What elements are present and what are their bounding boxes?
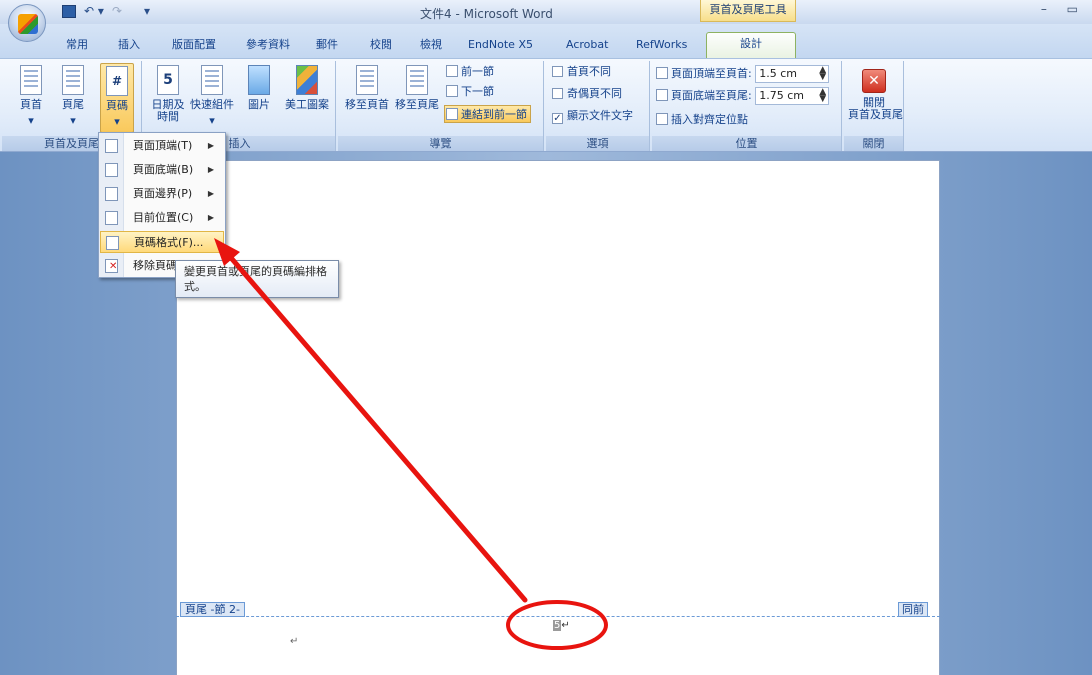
goto-footer-icon (406, 65, 428, 95)
footer-position-row: 頁面底端至頁尾: 1.75 cm ▲ ▼ (656, 87, 830, 105)
title-bar: ↶ ▾ ↷ ▾ 文件4 - Microsoft Word 頁首及頁尾工具 – ▭ (0, 0, 1092, 24)
link-icon (446, 108, 458, 120)
checkbox-unchecked-icon (552, 66, 563, 77)
clip-art-button[interactable]: 美工圖案 (284, 63, 330, 133)
group-close: ✕ 關閉 頁首及頁尾 關閉 (844, 61, 904, 151)
footer-icon (62, 65, 84, 95)
next-section-button[interactable]: 下一節 (446, 83, 494, 101)
menu-item-top-of-page[interactable]: 頁面頂端(T) ▶ (100, 135, 224, 157)
footer-section-tag: 頁尾 -節 2- (180, 602, 245, 617)
prev-section-icon (446, 65, 458, 77)
window-controls[interactable]: – ▭ (1041, 2, 1086, 16)
menu-item-format-page-numbers[interactable]: 頁碼格式(F)... (100, 231, 224, 253)
tab-view[interactable]: 檢視 (420, 34, 442, 56)
group-label-close: 關閉 (844, 136, 903, 151)
submenu-arrow-icon: ▶ (207, 213, 214, 222)
tab-review[interactable]: 校閱 (370, 34, 392, 56)
submenu-arrow-icon: ▶ (207, 189, 214, 198)
link-to-previous-button[interactable]: 連結到前一節 (444, 105, 531, 123)
footer-position-spinner[interactable]: 1.75 cm ▲ ▼ (755, 87, 830, 105)
page-number-icon: # (106, 66, 128, 96)
tab-page-layout[interactable]: 版面配置 (172, 34, 216, 56)
tab-refworks[interactable]: RefWorks (636, 34, 687, 56)
office-logo-icon (18, 14, 38, 34)
checkbox-checked-icon: ✓ (552, 113, 563, 124)
close-header-footer-button[interactable]: ✕ 關閉 頁首及頁尾 (848, 63, 903, 133)
same-as-previous-tag: 同前 (898, 602, 928, 617)
header-icon (20, 65, 42, 95)
header-position-row: 頁面頂端至頁首: 1.5 cm ▲ ▼ (656, 65, 830, 83)
ribbon-tabs: 常用 插入 版面配置 參考資料 郵件 校閱 檢視 EndNote X5 Acro… (0, 24, 1092, 60)
contextual-tool-title: 頁首及頁尾工具 (700, 0, 796, 22)
tab-mailings[interactable]: 郵件 (316, 34, 338, 56)
group-label-position: 位置 (652, 136, 841, 151)
menu-item-bottom-of-page[interactable]: 頁面底端(B) ▶ (100, 159, 224, 181)
checkbox-unchecked-icon (552, 88, 563, 99)
header-position-spinner[interactable]: 1.5 cm ▲ ▼ (755, 65, 830, 83)
redo-icon[interactable]: ↷ (112, 4, 122, 20)
save-icon[interactable] (62, 5, 76, 18)
next-section-icon (446, 85, 458, 97)
group-label-navigation: 導覽 (338, 136, 543, 151)
bottom-of-page-icon (105, 163, 118, 177)
format-page-numbers-icon (106, 236, 119, 250)
group-position: 頁面頂端至頁首: 1.5 cm ▲ ▼ 頁面底端至頁尾: 1.75 cm ▲ ▼ 插入對… (652, 61, 842, 151)
align-tab-icon (656, 113, 668, 125)
calendar-icon: 5 (157, 65, 179, 95)
goto-header-icon (356, 65, 378, 95)
menu-item-current-position[interactable]: 目前位置(C) ▶ (100, 207, 224, 229)
picture-button[interactable]: 圖片 (242, 63, 276, 133)
footer-boundary (176, 616, 940, 617)
menu-item-page-margins[interactable]: 頁面邊界(P) ▶ (100, 183, 224, 205)
group-label-options: 選項 (546, 136, 649, 151)
picture-icon (248, 65, 270, 95)
current-position-icon (105, 211, 118, 225)
spinner-arrows-icon[interactable]: ▲ ▼ (819, 88, 826, 104)
customize-qat-icon[interactable]: ▾ (144, 4, 150, 20)
insert-align-tab-button[interactable]: 插入對齊定位點 (656, 111, 748, 129)
submenu-arrow-icon: ▶ (207, 141, 214, 150)
date-time-button[interactable]: 5 日期及 時間 (150, 63, 186, 133)
tooltip: 變更頁首或頁尾的頁碼編排格式。 (175, 260, 339, 298)
goto-footer-button[interactable]: 移至頁尾 (394, 63, 440, 133)
submenu-arrow-icon: ▶ (207, 165, 214, 174)
paragraph-mark: ↵ (290, 636, 299, 647)
footer-page-number[interactable]: 5↵ (553, 620, 570, 631)
footer-button[interactable]: 頁尾 ▾ (56, 63, 90, 133)
header-position-icon (656, 67, 668, 79)
window-title: 文件4 - Microsoft Word (420, 7, 553, 21)
close-icon: ✕ (862, 69, 886, 93)
tab-acrobat[interactable]: Acrobat (566, 34, 608, 56)
different-odd-even-checkbox[interactable]: 奇偶頁不同 (552, 85, 622, 103)
tab-references[interactable]: 參考資料 (246, 34, 290, 56)
quick-parts-button[interactable]: 快速組件 ▾ (190, 63, 234, 133)
tab-insert[interactable]: 插入 (118, 34, 140, 56)
tab-design[interactable]: 設計 (706, 32, 796, 60)
page-margins-icon (105, 187, 118, 201)
page-number-menu: 頁面頂端(T) ▶ 頁面底端(B) ▶ 頁面邊界(P) ▶ 目前位置(C) ▶ … (98, 132, 226, 278)
different-first-page-checkbox[interactable]: 首頁不同 (552, 63, 611, 81)
show-document-text-checkbox[interactable]: ✓ 顯示文件文字 (552, 107, 633, 125)
header-button[interactable]: 頁首 ▾ (14, 63, 48, 133)
document-page[interactable] (176, 160, 940, 675)
group-options: 首頁不同 奇偶頁不同 ✓ 顯示文件文字 選項 (546, 61, 650, 151)
remove-page-numbers-icon (105, 256, 118, 278)
prev-section-button[interactable]: 前一節 (446, 63, 494, 81)
group-navigation: 移至頁首 移至頁尾 前一節 下一節 連結到前一節 導覽 (338, 61, 544, 151)
footer-position-icon (656, 89, 668, 101)
quick-parts-icon (201, 65, 223, 95)
undo-icon[interactable]: ↶ ▾ (84, 4, 104, 20)
spinner-arrows-icon[interactable]: ▲ ▼ (819, 66, 826, 82)
office-button[interactable] (8, 4, 46, 42)
page-number-button[interactable]: # 頁碼 ▾ (100, 63, 134, 133)
top-of-page-icon (105, 139, 118, 153)
clip-art-icon (296, 65, 318, 95)
tab-home[interactable]: 常用 (66, 34, 88, 56)
tab-endnote[interactable]: EndNote X5 (468, 34, 533, 56)
goto-header-button[interactable]: 移至頁首 (344, 63, 390, 133)
